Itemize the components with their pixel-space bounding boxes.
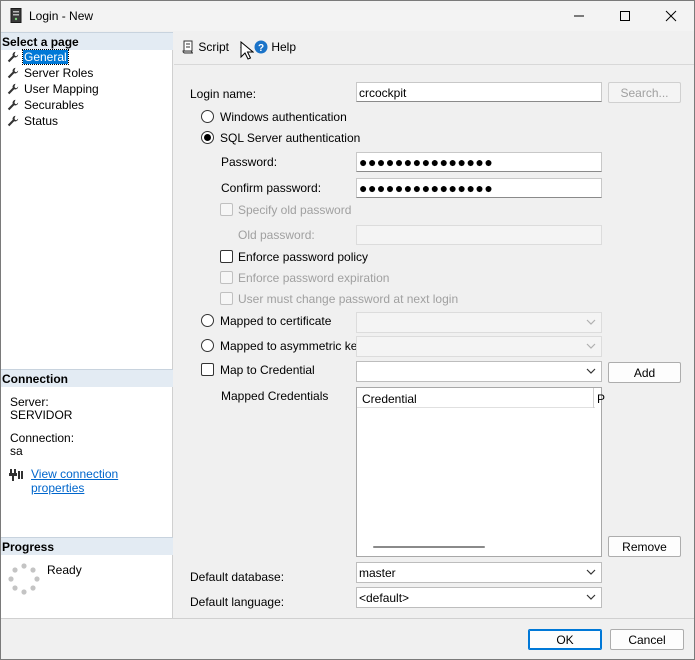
page-item-label: General [22,49,69,65]
grid-header: Credential P [357,388,605,408]
help-label: Help [271,40,297,54]
close-button[interactable] [648,1,694,31]
enforce-policy-checkbox[interactable] [220,250,233,263]
maximize-icon [620,11,630,21]
grid-column-credential[interactable]: Credential [362,392,417,406]
must-change-label: User must change password at next login [238,292,459,306]
left-panel: Select a page General Server Roles User … [1,32,173,618]
add-button[interactable]: Add [608,362,681,383]
progress-status: Ready [47,563,82,577]
general-page: Login name: crcockpit Search... Windows … [174,64,694,618]
default-database-select[interactable]: master [356,562,602,583]
default-language-select[interactable]: <default> [356,587,602,608]
certificate-select [356,312,602,333]
close-icon [665,10,677,22]
wrench-icon [7,99,19,111]
enforce-expiration-label: Enforce password expiration [238,271,390,285]
enforce-expiration-checkbox [220,271,233,284]
cancel-button[interactable]: Cancel [610,629,684,650]
mapped-asymmetric-radio[interactable] [201,339,214,352]
mouse-pointer-icon [240,41,254,60]
script-label: Script [198,40,230,54]
ok-button[interactable]: OK [528,629,602,650]
plug-icon [9,469,23,481]
minimize-button[interactable] [556,1,602,31]
remove-button[interactable]: Remove [608,536,681,557]
view-connection-properties-link[interactable]: View connection properties [31,467,172,495]
help-icon: ? [254,40,268,54]
column-divider [593,388,594,408]
page-item-label: Securables [24,98,85,112]
script-button[interactable]: Script [182,40,229,54]
old-password-input [356,225,602,245]
must-change-checkbox [220,292,233,305]
enforce-policy-label[interactable]: Enforce password policy [238,250,368,264]
svg-text:?: ? [258,43,264,54]
windows-auth-radio[interactable] [201,110,214,123]
server-icon [10,8,22,23]
script-icon [182,40,194,54]
select-page-header: Select a page [1,32,173,50]
old-password-label: Old password: [238,228,315,242]
sql-auth-label[interactable]: SQL Server authentication [220,131,360,145]
asymmetric-key-select [356,336,602,357]
map-credential-label[interactable]: Map to Credential [220,363,315,377]
mapped-credentials-label: Mapped Credentials [221,389,329,403]
mapped-credentials-grid[interactable]: Credential P [356,387,605,557]
chevron-down-icon [586,569,596,575]
windows-auth-label[interactable]: Windows authentication [220,110,347,124]
page-item-label: Server Roles [24,66,94,80]
password-label: Password: [221,155,278,169]
dialog-footer: OK Cancel [1,618,694,659]
connection-value: sa [10,444,23,458]
grid-column-provider[interactable]: P [597,392,605,406]
mapped-certificate-radio[interactable] [201,314,214,327]
connection-header: Connection [1,369,173,387]
window-title: Login - New [29,9,94,23]
help-button[interactable]: ? Help [254,40,296,54]
wrench-icon [7,115,19,127]
search-button: Search... [608,82,681,103]
wrench-icon [7,51,19,63]
chevron-down-icon [586,343,596,349]
credential-select[interactable] [356,361,602,382]
specify-old-password-label: Specify old password [238,203,352,217]
login-name-input[interactable]: crcockpit [356,82,602,102]
specify-old-password-checkbox [220,203,233,216]
chevron-down-icon [586,368,596,374]
default-database-label: Default database: [190,570,285,584]
server-value: SERVIDOR [10,408,73,422]
wrench-icon [7,67,19,79]
maximize-button[interactable] [602,1,648,31]
sql-auth-radio[interactable] [201,131,214,144]
map-credential-checkbox[interactable] [201,363,214,376]
confirm-password-label: Confirm password: [221,181,322,195]
confirm-password-input[interactable]: ●●●●●●●●●●●●●●● [356,178,602,198]
minimize-icon [574,15,584,17]
chevron-down-icon [586,319,596,325]
toolbar: Script ? Help [174,32,694,64]
connection-label: Connection: [10,431,75,445]
wrench-icon [7,83,19,95]
page-item-label: User Mapping [24,82,99,96]
default-language-label: Default language: [190,595,285,609]
default-database-value: master [359,566,396,580]
title-bar: Login - New [1,1,694,31]
mapped-asymmetric-label[interactable]: Mapped to asymmetric key [220,339,363,353]
mapped-certificate-label[interactable]: Mapped to certificate [220,314,331,328]
login-name-label: Login name: [190,87,257,101]
login-dialog: Login - New Select a page General Server… [0,0,695,660]
progress-header: Progress [1,537,173,555]
server-label: Server: [10,395,49,409]
page-item-label: Status [24,114,59,128]
spinner-icon [8,563,40,595]
chevron-down-icon [586,594,596,600]
horizontal-scrollbar[interactable] [373,546,485,548]
default-language-value: <default> [359,591,410,605]
password-input[interactable]: ●●●●●●●●●●●●●●● [356,152,602,172]
